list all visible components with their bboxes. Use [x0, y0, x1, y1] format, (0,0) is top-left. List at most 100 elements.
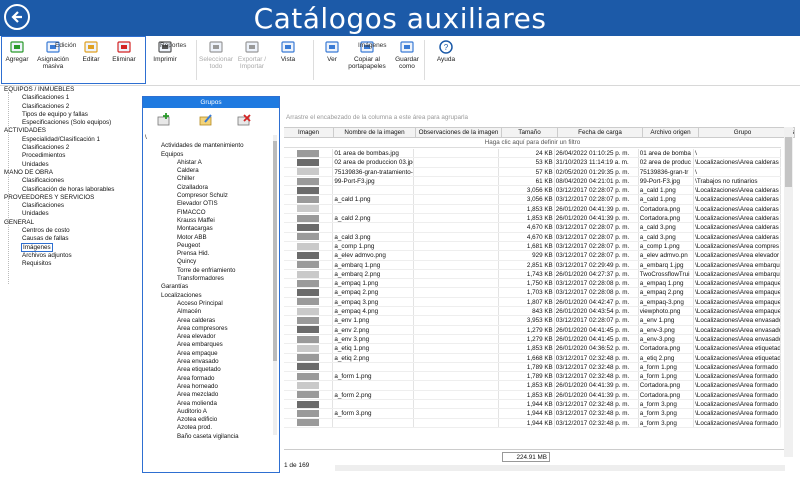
group-item[interactable]: Area mezclado	[143, 391, 279, 399]
tree-section[interactable]: ACTIVIDADES	[0, 127, 142, 135]
table-row[interactable]: 1,944 KB 03/12/2017 02:32:48 p. m. a_form …	[284, 418, 781, 428]
table-row[interactable]: a_form 2.png 1,853 KB 26/01/2020 04:41:39 …	[284, 390, 781, 401]
add-button[interactable]: Agregar	[2, 40, 32, 78]
group-item[interactable]: Torre de enfriamiento	[143, 267, 279, 275]
tree-item[interactable]: Archivos adjuntos	[0, 252, 142, 260]
tree-item[interactable]: Clasificaciones	[0, 177, 142, 185]
table-row[interactable]: a_cald 3.png 4,670 KB 03/12/2017 02:28:07 …	[284, 232, 781, 242]
group-item[interactable]: Equipos	[143, 151, 279, 159]
table-row[interactable]: a_env 3.png 1,279 KB 26/01/2020 04:41:45 p…	[284, 334, 781, 345]
table-row[interactable]: a_form 3.png 1,944 KB 03/12/2017 02:32:48 …	[284, 409, 781, 419]
grid-vertical-scrollbar[interactable]	[784, 127, 793, 457]
table-row[interactable]: a_env 1.png 3,953 KB 03/12/2017 02:28:07 p…	[284, 316, 781, 326]
table-row[interactable]: 75139836-gran-tratamiento-d 57 KB 02/05/20…	[284, 167, 781, 177]
group-item[interactable]: Area calderas	[143, 317, 279, 325]
table-row[interactable]: a_etiq 2.png 1,668 KB 03/12/2017 02:32:48 …	[284, 353, 781, 363]
group-item[interactable]: Quincy	[143, 258, 279, 266]
table-row[interactable]: a_embarq 1.png 2,851 KB 03/12/2017 02:29:4…	[284, 260, 781, 270]
column-header[interactable]: Grupo	[699, 128, 787, 137]
column-header[interactable]: Observaciones de la imagen	[416, 128, 502, 137]
grid-scroll-thumb[interactable]	[785, 137, 792, 187]
table-row[interactable]: 1,853 KB 26/01/2020 04:41:39 p. m. Cortado…	[284, 381, 781, 391]
groups-scrollbar[interactable]	[273, 135, 277, 435]
group-by-area[interactable]: Arrastre el encabezado de la columna a e…	[284, 110, 800, 125]
group-item[interactable]: Area empaque	[143, 350, 279, 358]
group-item[interactable]: Baño caseta vigilancia	[143, 433, 279, 441]
table-row[interactable]: a_elev admvo.png 929 KB 03/12/2017 02:28:0…	[284, 251, 781, 261]
group-item[interactable]: Area etiquetado	[143, 366, 279, 374]
group-item[interactable]: Motor ABB	[143, 234, 279, 242]
table-row[interactable]: 4,670 KB 03/12/2017 02:28:07 p. m. a_cald …	[284, 223, 781, 233]
groups-scroll-thumb[interactable]	[273, 141, 277, 361]
edit-group-icon[interactable]	[199, 113, 213, 127]
group-item[interactable]: Localizaciones	[143, 292, 279, 300]
table-row[interactable]: 3,056 KB 03/12/2017 02:28:07 p. m. a_cald …	[284, 186, 781, 196]
delete-button[interactable]: Eliminar	[110, 40, 138, 78]
tree-item[interactable]: Especificaciones (Solo equipos)	[0, 119, 142, 127]
group-item[interactable]: Peugeot	[143, 242, 279, 250]
table-row[interactable]: 99-Port-F3.jpg 61 KB 08/04/2020 04:21:01 p…	[284, 176, 781, 187]
table-row[interactable]: a_comp 1.png 1,681 KB 03/12/2017 02:28:07 …	[284, 241, 781, 252]
group-item[interactable]: Almacén	[143, 308, 279, 316]
group-item[interactable]: Garantías	[143, 283, 279, 291]
group-item[interactable]: Azotea prod.	[143, 424, 279, 432]
table-row[interactable]: a_empaq 1.png 1,750 KB 03/12/2017 02:28:08…	[284, 279, 781, 289]
tree-item[interactable]: Clasificaciones 1	[0, 94, 142, 102]
add-group-icon[interactable]	[157, 113, 171, 127]
tree-item[interactable]: Unidades	[0, 210, 142, 218]
table-row[interactable]: a_cald 2.png 1,853 KB 26/01/2020 04:41:39 …	[284, 214, 781, 224]
group-item[interactable]: Caldera	[143, 167, 279, 175]
group-item[interactable]: Area elevador	[143, 333, 279, 341]
table-row[interactable]: 1,853 KB 26/01/2020 04:41:39 p. m. Cortado…	[284, 204, 781, 215]
tree-item[interactable]: Imágenes	[0, 242, 142, 252]
export-import-button[interactable]: Exportar / Importar	[234, 40, 270, 78]
delete-group-icon[interactable]	[237, 113, 251, 127]
group-item[interactable]: \	[143, 134, 279, 142]
table-row[interactable]: 1,944 KB 03/12/2017 02:32:48 p. m. a_form …	[284, 400, 781, 410]
table-row[interactable]: a_empaq 2.png 1,703 KB 03/12/2017 02:28:08…	[284, 288, 781, 298]
tree-section[interactable]: GENERAL	[0, 219, 142, 227]
filter-row[interactable]: Haga clic aquí para definir un filtro	[284, 138, 781, 148]
group-item[interactable]: Actividades de mantenimiento	[143, 142, 279, 150]
table-row[interactable]: 1,789 KB 03/12/2017 02:32:48 p. m. a_form …	[284, 362, 781, 373]
table-row[interactable]: a_env 2.png 1,279 KB 26/01/2020 04:41:45 p…	[284, 325, 781, 335]
tree-item[interactable]: Clasificación de horas laborables	[0, 186, 142, 194]
group-item[interactable]: Elevador OTIS	[143, 200, 279, 208]
save-as-button[interactable]: Guardar como	[392, 40, 422, 78]
tree-item[interactable]: Clasificaciones 2	[0, 144, 142, 152]
tree-item[interactable]: Clasificaciones 2	[0, 103, 142, 111]
table-row[interactable]: 02 area de produccion 03.jpg 53 KB 31/10/2…	[284, 158, 781, 168]
tree-item[interactable]: Clasificaciones	[0, 202, 142, 210]
group-item[interactable]: Area compresores	[143, 325, 279, 333]
group-item[interactable]: Krauss Maffei	[143, 217, 279, 225]
column-header[interactable]: Imagen	[284, 128, 334, 137]
tree-section[interactable]: PROVEEDORES Y SERVICIOS	[0, 194, 142, 202]
table-row[interactable]: a_form 1.png 1,789 KB 03/12/2017 02:32:48 …	[284, 372, 781, 382]
group-item[interactable]: Cizalladora	[143, 184, 279, 192]
tree-section[interactable]: EQUIPOS / INMUEBLES	[0, 86, 142, 94]
edit-button[interactable]: Editar	[78, 40, 104, 78]
table-row[interactable]: a_empaq 4.png 843 KB 26/01/2020 04:43:54 p…	[284, 307, 781, 317]
group-item[interactable]: Chiller	[143, 175, 279, 183]
column-header[interactable]: Tamaño	[502, 128, 558, 137]
column-header[interactable]: Archivo origen	[643, 128, 699, 137]
table-row[interactable]: a_embarq 2.png 1,743 KB 26/01/2020 04:27:3…	[284, 269, 781, 280]
table-row[interactable]: a_etiq 1.png 1,853 KB 26/01/2020 04:36:52 …	[284, 344, 781, 354]
group-item[interactable]: Area envasado	[143, 358, 279, 366]
help-button[interactable]: ? Ayuda	[434, 40, 458, 78]
view-button[interactable]: Vista	[275, 40, 301, 78]
grid-horizontal-scrollbar[interactable]	[335, 465, 785, 471]
table-row[interactable]: 01 area de bombas.jpg 24 KB 26/04/2022 01:…	[284, 149, 781, 159]
tree-item[interactable]: Unidades	[0, 161, 142, 169]
group-item[interactable]: Area molienda	[143, 400, 279, 408]
group-item[interactable]: Transformadores	[143, 275, 279, 283]
group-item[interactable]: Area embarques	[143, 341, 279, 349]
group-item[interactable]: Auditorio A	[143, 408, 279, 416]
group-item[interactable]: Azotea edificio	[143, 416, 279, 424]
select-all-button[interactable]: Seleccionar todo	[199, 40, 233, 78]
table-row[interactable]: a_empaq 3.png 1,807 KB 26/01/2020 04:42:47…	[284, 297, 781, 308]
tree-item[interactable]: Procedimientos	[0, 152, 142, 160]
tree-item[interactable]: Requisitos	[0, 260, 142, 268]
group-item[interactable]: Area formado	[143, 375, 279, 383]
column-header[interactable]: Fecha de carga	[558, 128, 643, 137]
